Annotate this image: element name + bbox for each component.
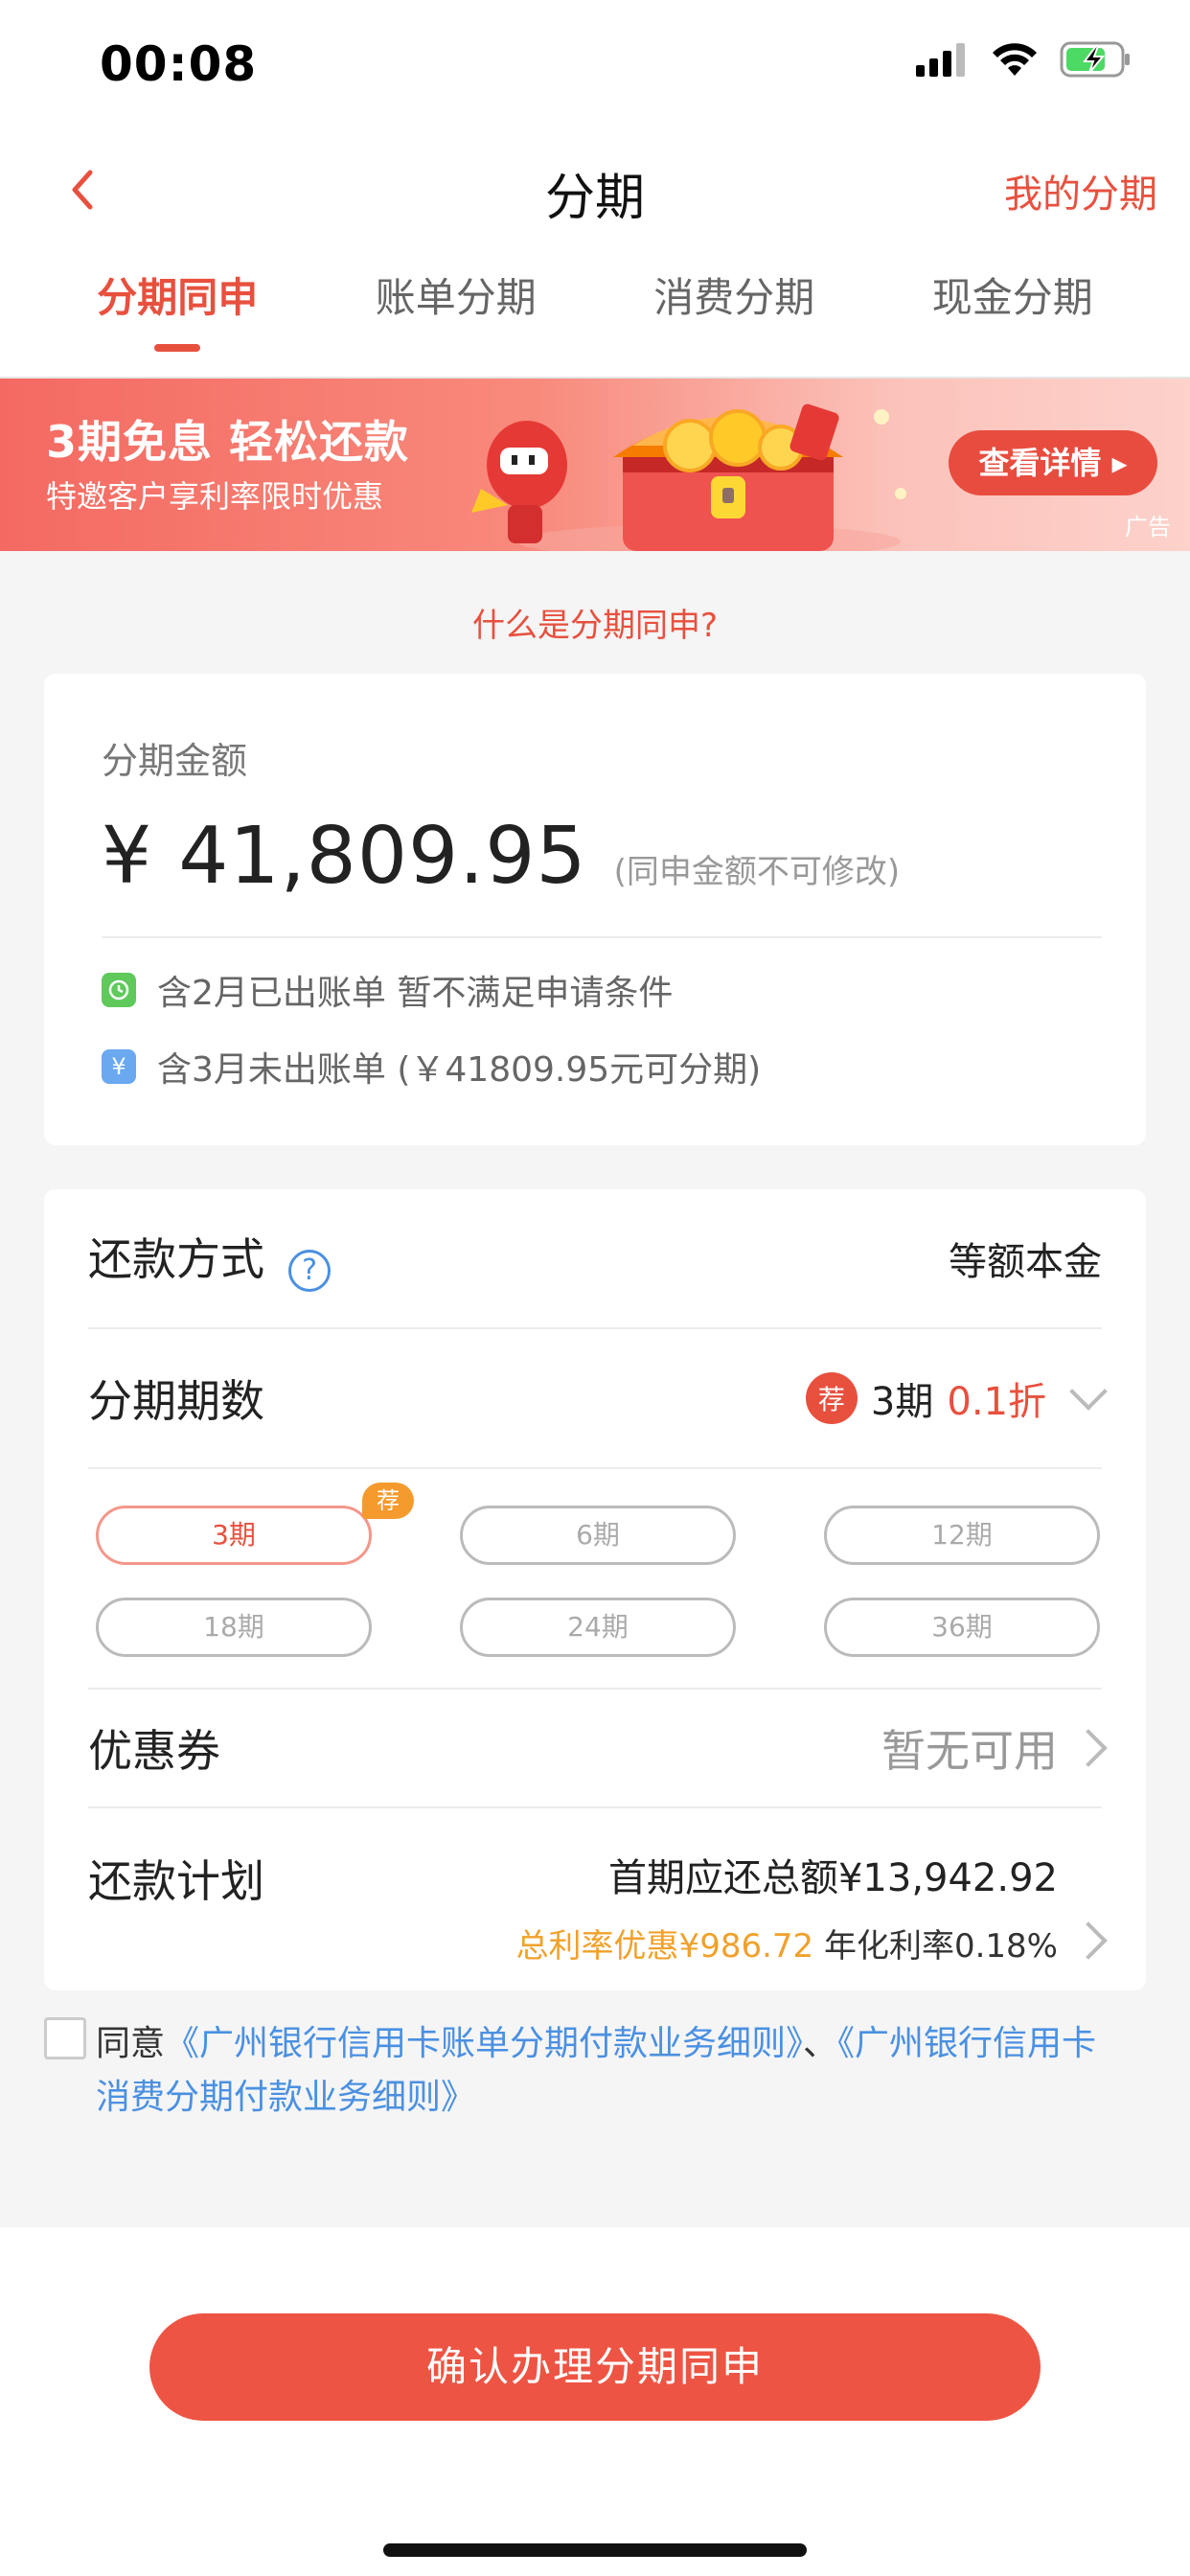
repay-method-row: 还款方式 ? 等额本金 [88, 1189, 1102, 1329]
promo-banner[interactable]: 3期免息 轻松还款 特邀客户享利率限时优惠 查看详情 ▸ 广告 [0, 379, 1190, 551]
amount-value: ¥ 41,809.95 [102, 811, 587, 902]
first-period-total: 首期应还总额¥13,942.92 [607, 1856, 1058, 1900]
tab-cash-installment[interactable]: 现金分期 [903, 244, 1123, 324]
status-bar: 00:08 [0, 0, 1190, 134]
tab-consumption-installment[interactable]: 消费分期 [624, 244, 844, 324]
repayment-plan-row[interactable]: 还款计划 首期应还总额¥13,942.92 总利率优惠¥986.72 年化利率0… [88, 1808, 1108, 1994]
amount-note: (同申金额不可修改) [613, 853, 901, 891]
chevron-down-icon[interactable] [1069, 1372, 1108, 1411]
bottom-bar: 确认办理分期同申 [0, 2227, 1190, 2576]
ad-label: 广告 [1125, 514, 1171, 540]
term-option-36[interactable]: 36期 [824, 1598, 1100, 1657]
term-option-12[interactable]: 12期 [824, 1506, 1100, 1565]
term-option-24[interactable]: 24期 [460, 1598, 736, 1657]
term-option-6[interactable]: 6期 [460, 1506, 736, 1565]
divider [102, 936, 1102, 938]
annual-rate: 年化利率0.18% [823, 1927, 1058, 1966]
info-text: 含2月已出账单 暂不满足申请条件 [157, 974, 674, 1013]
status-time: 00:08 [100, 36, 258, 92]
banner-title: 3期免息 轻松还款 [46, 416, 410, 468]
installment-term-row[interactable]: 分期期数 荐 3期 0.1折 [88, 1329, 1108, 1469]
rate-discount: 总利率优惠¥986.72 [515, 1927, 814, 1966]
clock-icon [102, 973, 136, 1007]
cellular-signal-icon [916, 43, 965, 77]
treasure-chest-illustration [471, 403, 906, 551]
yen-icon: ¥ [102, 1049, 136, 1084]
battery-charging-icon [1060, 41, 1130, 78]
plan-sub-line: 总利率优惠¥986.72 年化利率0.18% [516, 1920, 1058, 1966]
repayment-plan-label: 还款计划 [88, 1855, 264, 1907]
term-option-3[interactable]: 3期 [96, 1506, 372, 1565]
navigation-bar: 分期 我的分期 [0, 134, 1190, 244]
bill-installment-terms-link[interactable]: 《广州银行信用卡账单分期付款业务细则》 [165, 2024, 803, 2063]
status-icons [914, 40, 1133, 79]
term-discount: 0.1折 [947, 1380, 1046, 1424]
tab-bill-installment[interactable]: 账单分期 [346, 244, 566, 324]
coupon-row[interactable]: 优惠券 暂无可用 [88, 1690, 1108, 1808]
repay-method-label: 还款方式 [88, 1233, 264, 1286]
term-options: 3期 荐 6期 12期 18期 24期 36期 [88, 1469, 1102, 1690]
agreement-checkbox[interactable] [44, 2017, 86, 2059]
plan-details: 首期应还总额¥13,942.92 总利率优惠¥986.72 年化利率0.18% [516, 1847, 1108, 1966]
header-area: 00:08 分期 我的分期 分期同申 账单分期 消费分期 现金分期 [0, 0, 1190, 379]
my-installments-link[interactable]: 我的分期 [1004, 163, 1157, 218]
installment-settings-card: 还款方式 ? 等额本金 分期期数 荐 3期 0.1折 3期 荐 6期 12期 1… [44, 1189, 1146, 1990]
agreement-prefix: 同意 [96, 2024, 166, 2063]
amount-label: 分期金额 [102, 740, 248, 782]
coupon-label: 优惠券 [88, 1725, 220, 1777]
agreement-text: 同意《广州银行信用卡账单分期付款业务细则》、《广州银行信用卡消费分期付款业务细则… [96, 2017, 1121, 2125]
recommended-badge: 荐 [805, 1372, 858, 1424]
coupon-value: 暂无可用 [881, 1725, 1058, 1777]
installment-term-label: 分期期数 [88, 1375, 264, 1427]
info-row-issued-bill: 含2月已出账单 暂不满足申请条件 [102, 965, 1102, 1015]
wifi-icon [993, 43, 1037, 76]
tab-joint-installment[interactable]: 分期同申 [67, 244, 287, 352]
confirm-button[interactable]: 确认办理分期同申 [149, 2313, 1041, 2421]
chevron-right-icon [1069, 1920, 1108, 1960]
what-is-joint-installment-link[interactable]: 什么是分期同申? [0, 551, 1190, 674]
banner-subtitle: 特邀客户享利率限时优惠 [46, 478, 384, 515]
repay-method-value: 等额本金 [949, 1240, 1102, 1284]
help-icon[interactable]: ? [288, 1249, 332, 1292]
tab-bar: 分期同申 账单分期 消费分期 现金分期 [0, 244, 1190, 379]
recommended-tag: 荐 [362, 1483, 414, 1519]
chevron-right-icon [1069, 1729, 1108, 1767]
amount-row: ¥ 41,809.95 (同申金额不可修改) [102, 811, 1102, 902]
view-details-button[interactable]: 查看详情 ▸ [949, 430, 1157, 495]
agreement-separator: 、 [803, 2024, 838, 2063]
amount-card: 分期金额 ¥ 41,809.95 (同申金额不可修改) 含2月已出账单 暂不满足… [44, 674, 1146, 1145]
home-indicator [383, 2543, 807, 2557]
agreement-section: 同意《广州银行信用卡账单分期付款业务细则》、《广州银行信用卡消费分期付款业务细则… [0, 2017, 1190, 2199]
selected-term: 3期 [870, 1380, 934, 1424]
term-option-18[interactable]: 18期 [96, 1598, 372, 1657]
info-text: 含3月未出账单 (￥41809.95元可分期) [157, 1050, 762, 1090]
info-row-unissued-bill: ¥ 含3月未出账单 (￥41809.95元可分期) [102, 1042, 1102, 1092]
